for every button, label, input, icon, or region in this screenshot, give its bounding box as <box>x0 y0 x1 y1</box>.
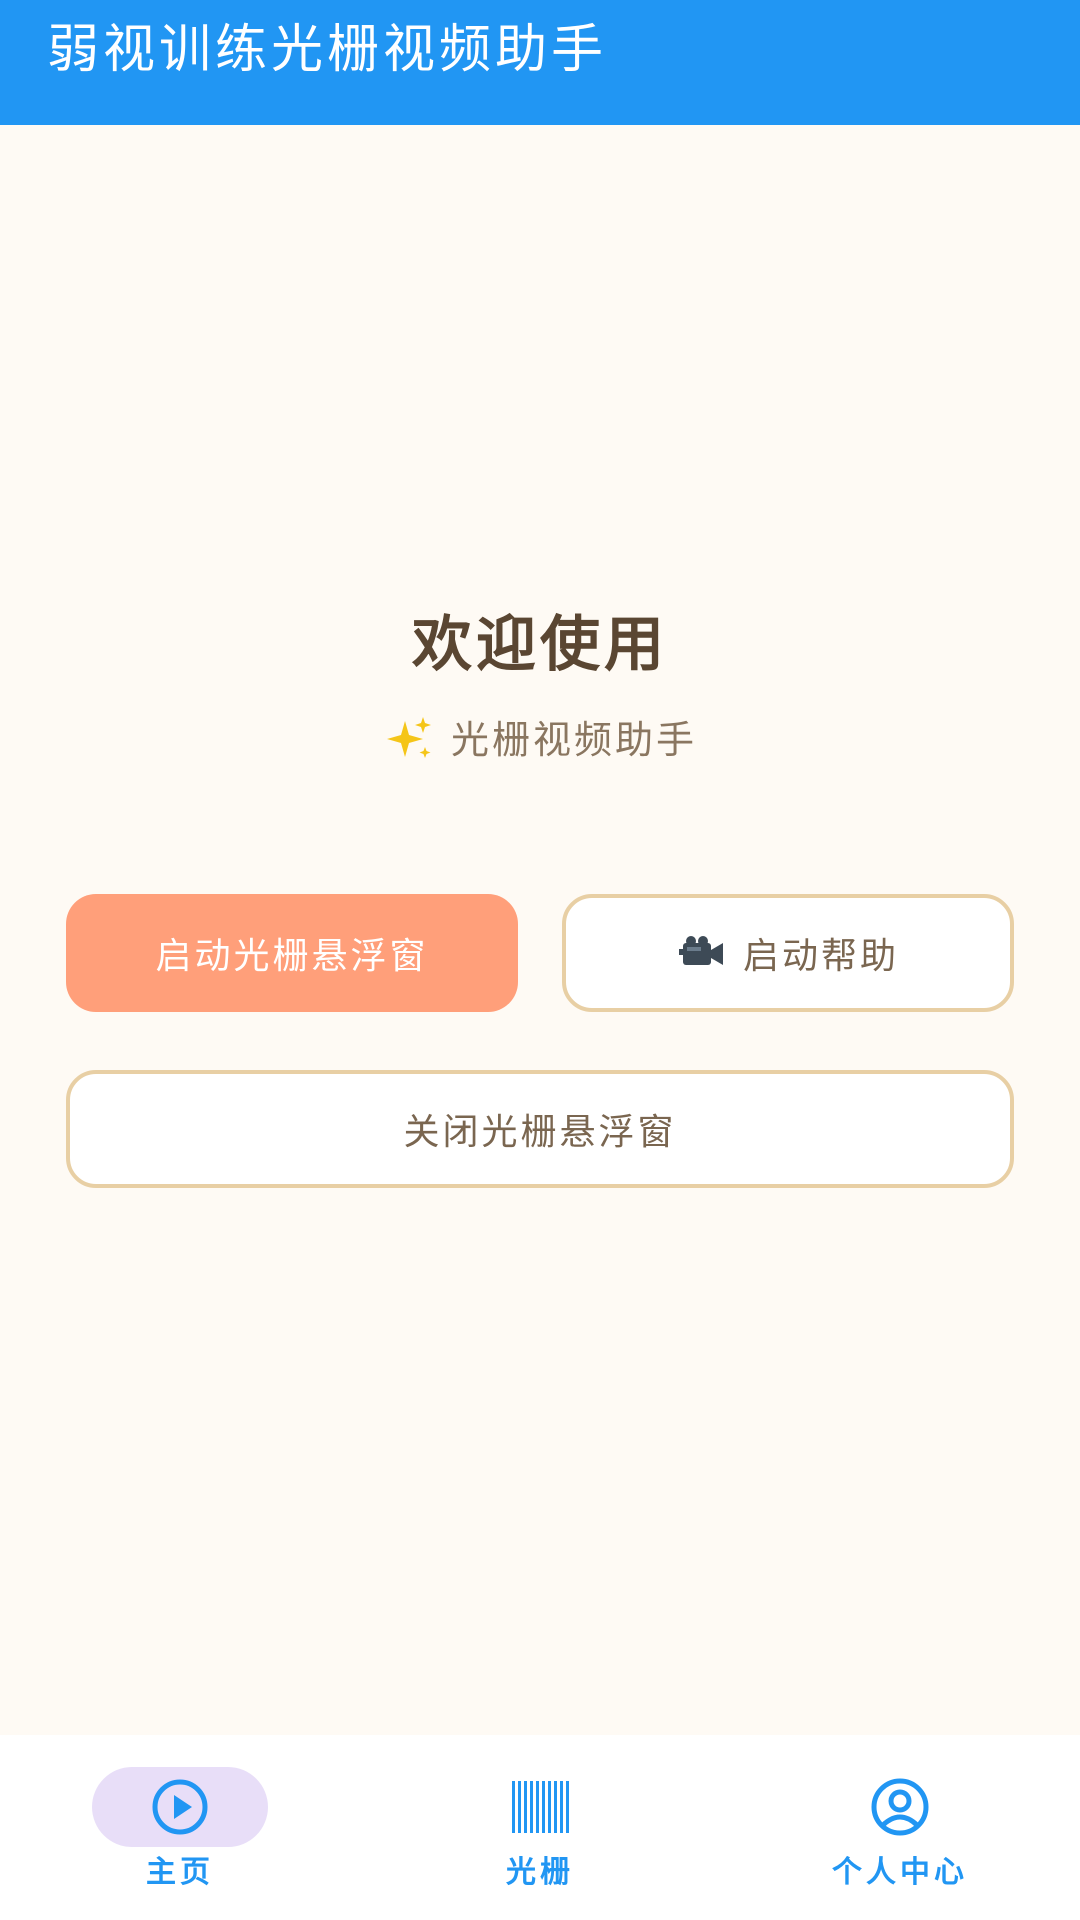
nav-label-profile: 个人中心 <box>832 1855 968 1890</box>
subtitle-text: 光栅视频助手 <box>450 718 697 762</box>
app-title: 弱视训练光栅视频助手 <box>47 20 608 80</box>
start-grating-float-label: 启动光栅悬浮窗 <box>155 936 429 977</box>
start-grating-float-button[interactable]: 启动光栅悬浮窗 <box>66 894 518 1012</box>
welcome-title: 欢迎使用 <box>412 610 668 680</box>
close-grating-float-button[interactable]: 关闭光栅悬浮窗 <box>66 1070 1014 1188</box>
start-help-label: 启动帮助 <box>742 936 899 977</box>
sparkles-icon <box>386 716 431 758</box>
app-screen: 弱视训练光栅视频助手 欢迎使用 光栅视频助手 启动光栅悬浮窗 启动帮助 关闭光栅… <box>0 0 1080 1920</box>
close-grating-float-label: 关闭光栅悬浮窗 <box>403 1112 677 1153</box>
account-circle-icon <box>871 1778 929 1836</box>
nav-item-grating[interactable]: 光栅 <box>360 1735 720 1920</box>
nav-label-home: 主页 <box>146 1855 214 1890</box>
start-help-button[interactable]: 启动帮助 <box>562 894 1014 1012</box>
nav-label-grating: 光栅 <box>506 1855 574 1890</box>
play-circle-icon <box>152 1779 208 1835</box>
nav-item-profile[interactable]: 个人中心 <box>720 1735 1080 1920</box>
bottom-navigation-bar: 主页 光栅 个人中心 <box>0 1735 1080 1920</box>
nav-item-home[interactable]: 主页 <box>0 1735 360 1920</box>
video-camera-icon <box>678 936 723 965</box>
barcode-grating-icon <box>512 1781 569 1833</box>
top-app-bar: 弱视训练光栅视频助手 <box>0 0 1080 125</box>
subtitle-row: 光栅视频助手 <box>0 712 1080 769</box>
